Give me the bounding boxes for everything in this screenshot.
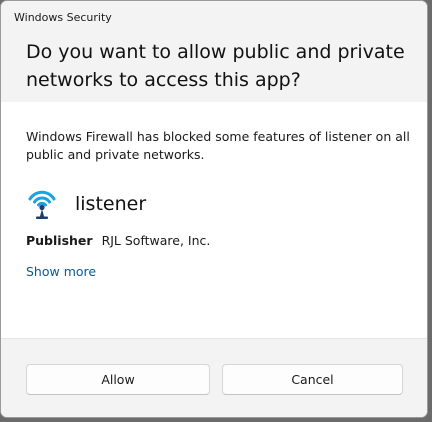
app-name: listener bbox=[75, 193, 147, 215]
dialog-footer: Allow Cancel bbox=[1, 338, 427, 417]
window-title: Windows Security bbox=[14, 11, 112, 24]
publisher-label: Publisher bbox=[26, 233, 93, 248]
wifi-antenna-icon bbox=[28, 190, 56, 219]
cancel-button[interactable]: Cancel bbox=[222, 364, 403, 395]
firewall-dialog: Windows Security Do you want to allow pu… bbox=[0, 0, 428, 418]
dialog-message: Windows Firewall has blocked some featur… bbox=[26, 129, 410, 162]
app-row: listener bbox=[26, 188, 146, 220]
publisher-row: Publisher RJL Software, Inc. bbox=[26, 233, 210, 248]
dialog-heading: Do you want to allow public and private … bbox=[26, 41, 405, 91]
allow-button[interactable]: Allow bbox=[26, 364, 210, 395]
publisher-value: RJL Software, Inc. bbox=[101, 233, 211, 248]
show-more-link[interactable]: Show more bbox=[26, 264, 96, 279]
dialog-header: Windows Security Do you want to allow pu… bbox=[1, 1, 427, 102]
